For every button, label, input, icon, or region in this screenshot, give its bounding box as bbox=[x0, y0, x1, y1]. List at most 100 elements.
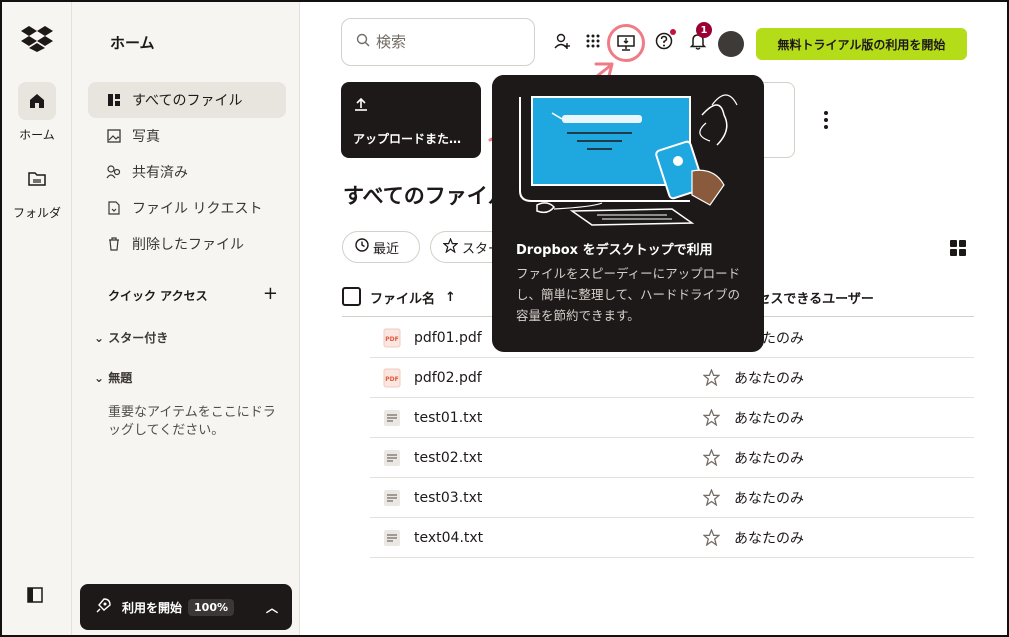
quick-access-header: クイック アクセス + bbox=[108, 285, 278, 304]
sidebar-title: ホーム bbox=[110, 34, 155, 52]
grid-view-icon[interactable] bbox=[950, 240, 966, 256]
group-starred[interactable]: ⌄ スター付き bbox=[94, 329, 168, 346]
shared-icon bbox=[106, 164, 122, 180]
more-options-icon[interactable] bbox=[818, 108, 834, 132]
filter-recent-chip[interactable]: 最近 bbox=[342, 231, 420, 263]
file-name[interactable]: test02.txt bbox=[414, 450, 696, 466]
group-label: 無題 bbox=[108, 371, 133, 385]
filter-starred-chip[interactable]: スター付き bbox=[430, 231, 492, 263]
folder-icon bbox=[18, 160, 56, 198]
file-name[interactable]: pdf02.pdf bbox=[414, 370, 696, 386]
star-icon[interactable] bbox=[696, 489, 726, 506]
drag-hint: 重要なアイテムをここにドラッグしてください。 bbox=[108, 405, 276, 438]
access-value: あなたのみ bbox=[734, 410, 804, 427]
access-value: あなたのみ bbox=[734, 530, 804, 547]
quick-access-label: クイック アクセス bbox=[108, 289, 208, 303]
get-started-label: 利用を開始 bbox=[122, 600, 183, 615]
app-window: ホーム フォルダ ホーム すべてのファイル 写真 共有済み ファイル リクエスト… bbox=[0, 0, 1009, 637]
text-file-icon bbox=[382, 408, 402, 428]
file-name[interactable]: text04.txt bbox=[414, 530, 696, 546]
collapse-sidebar-icon[interactable] bbox=[26, 586, 44, 608]
sort-up-icon: ↑ bbox=[445, 290, 456, 305]
desktop-app-icon[interactable] bbox=[614, 31, 638, 55]
sidebar-nav: すべてのファイル 写真 共有済み ファイル リクエスト 削除したファイル bbox=[88, 82, 286, 262]
sidebar-item-photos[interactable]: 写真 bbox=[88, 118, 286, 154]
sidebar-item-label: ファイル リクエスト bbox=[132, 201, 263, 217]
pdf-file-icon: PDF bbox=[382, 368, 402, 388]
add-user-icon[interactable] bbox=[550, 29, 574, 53]
access-value: あなたのみ bbox=[734, 490, 804, 507]
chevron-up-icon: ︿ bbox=[265, 600, 278, 615]
home-icon bbox=[18, 82, 56, 120]
search-icon bbox=[356, 33, 370, 51]
search-input[interactable] bbox=[376, 33, 516, 51]
text-file-icon bbox=[382, 528, 402, 548]
column-header-name[interactable]: ファイル名 ↑ bbox=[370, 288, 456, 307]
popover-description: ファイルをスピーディーにアップロードし、簡単に整理して、ハードドライブの容量を節… bbox=[516, 266, 741, 323]
svg-text:PDF: PDF bbox=[385, 376, 398, 383]
search-box[interactable] bbox=[341, 18, 535, 66]
sidebar-item-label: 共有済み bbox=[132, 165, 188, 181]
dropbox-logo-icon[interactable] bbox=[20, 24, 54, 56]
table-row[interactable]: text04.txt あなたのみ bbox=[370, 518, 974, 558]
photo-icon bbox=[106, 128, 122, 144]
table-row[interactable]: test02.txt あなたのみ bbox=[370, 438, 974, 478]
notification-badge: 1 bbox=[696, 22, 712, 38]
select-all-checkbox[interactable] bbox=[342, 287, 361, 306]
star-icon[interactable] bbox=[696, 529, 726, 546]
sidebar-item-label: 写真 bbox=[132, 129, 160, 145]
apps-grid-icon[interactable] bbox=[581, 29, 605, 53]
progress-badge: 100% bbox=[188, 598, 234, 616]
avatar[interactable] bbox=[718, 31, 744, 57]
sidebar-item-label: すべてのファイル bbox=[132, 93, 243, 109]
sidebar-item-shared[interactable]: 共有済み bbox=[88, 154, 286, 190]
file-request-icon bbox=[106, 200, 122, 216]
chevron-down-icon: ⌄ bbox=[94, 371, 109, 385]
column-header-access[interactable]: アクセスできるユーザー bbox=[732, 288, 974, 307]
chevron-down-icon: ⌄ bbox=[94, 331, 109, 345]
rocket-icon bbox=[94, 597, 112, 618]
table-row[interactable]: test03.txt あなたのみ bbox=[370, 478, 974, 518]
popover-title: Dropbox をデスクトップで利用 bbox=[516, 243, 713, 258]
file-name[interactable]: test01.txt bbox=[414, 410, 696, 426]
text-file-icon bbox=[382, 488, 402, 508]
group-label: スター付き bbox=[108, 331, 169, 345]
desktop-illustration bbox=[492, 75, 764, 230]
svg-text:PDF: PDF bbox=[385, 336, 398, 343]
star-icon[interactable] bbox=[696, 369, 726, 386]
help-indicator-dot bbox=[670, 29, 676, 35]
sidebar-item-file-requests[interactable]: ファイル リクエスト bbox=[88, 190, 286, 226]
group-untitled[interactable]: ⌄ 無題 bbox=[94, 369, 132, 386]
table-row[interactable]: test01.txt あなたのみ bbox=[370, 398, 974, 438]
rail-item-home[interactable]: ホーム bbox=[2, 82, 72, 143]
chip-label: スター付き bbox=[462, 241, 492, 257]
trash-icon bbox=[106, 236, 122, 252]
star-icon[interactable] bbox=[696, 409, 726, 426]
sidebar-item-label: 削除したファイル bbox=[132, 237, 244, 253]
text-file-icon bbox=[382, 448, 402, 468]
access-value: あなたのみ bbox=[734, 370, 804, 387]
page-title: すべてのファイル bbox=[343, 184, 493, 208]
chip-label: 最近 bbox=[373, 241, 400, 257]
table-row[interactable]: PDF pdf02.pdf あなたのみ bbox=[370, 358, 974, 398]
get-started-button[interactable]: 利用を開始 100% ︿ bbox=[80, 584, 292, 630]
access-value: あなたのみ bbox=[734, 450, 804, 467]
rail-item-label: ホーム bbox=[19, 128, 55, 142]
clock-icon bbox=[355, 238, 369, 256]
sidebar: ホーム すべてのファイル 写真 共有済み ファイル リクエスト 削除したファイル bbox=[72, 2, 300, 635]
sidebar-item-deleted[interactable]: 削除したファイル bbox=[88, 226, 286, 262]
desktop-app-popover: Dropbox をデスクトップで利用 ファイルをスピーディーにアップロードし、簡… bbox=[492, 75, 764, 352]
all-files-icon bbox=[106, 92, 122, 108]
star-icon bbox=[442, 236, 459, 257]
rail-item-folder[interactable]: フォルダ bbox=[2, 160, 72, 221]
column-label: ファイル名 bbox=[370, 292, 436, 307]
start-trial-button[interactable]: 無料トライアル版の利用を開始 bbox=[756, 28, 967, 60]
star-icon[interactable] bbox=[696, 449, 726, 466]
file-name[interactable]: test03.txt bbox=[414, 490, 696, 506]
add-quick-access-icon[interactable]: + bbox=[263, 285, 278, 304]
rail-item-label: フォルダ bbox=[12, 206, 61, 220]
upload-icon bbox=[353, 97, 369, 116]
upload-button[interactable]: アップロードまた… bbox=[341, 82, 481, 158]
upload-label: アップロードまた… bbox=[353, 132, 462, 146]
sidebar-item-all-files[interactable]: すべてのファイル bbox=[88, 82, 286, 118]
